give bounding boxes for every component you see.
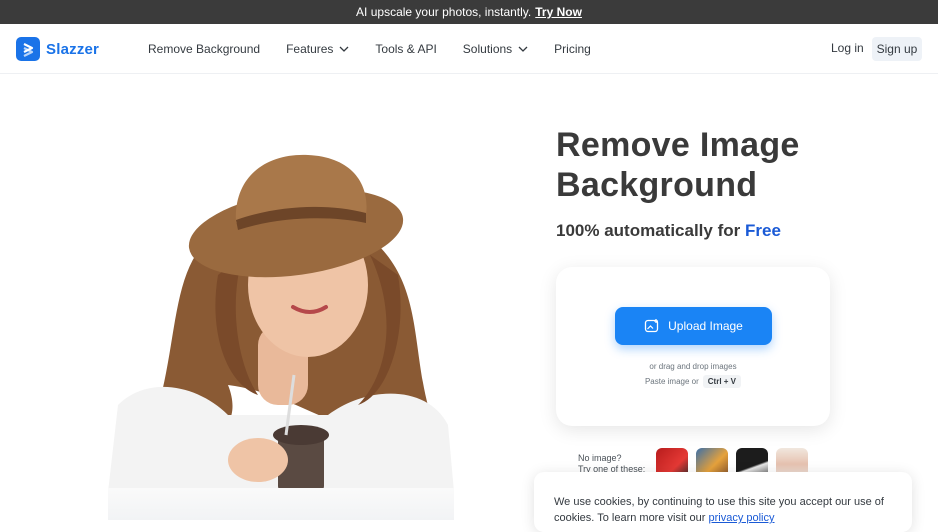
nav-label: Pricing	[554, 42, 591, 56]
try-now-link[interactable]: Try Now	[535, 5, 582, 19]
hero-title-line1: Remove Image	[556, 126, 800, 164]
hand-shape	[228, 438, 288, 482]
cookie-banner: We use cookies, by continuing to use thi…	[534, 472, 912, 532]
announcement-bar: AI upscale your photos, instantly. Try N…	[0, 0, 938, 24]
cup-lid-shape	[273, 425, 329, 445]
subtitle-free: Free	[744, 221, 781, 240]
slazzer-logo-icon	[16, 37, 40, 61]
nav-solutions[interactable]: Solutions	[463, 42, 528, 56]
paste-text: Paste image or	[644, 377, 699, 386]
upload-button-label: Upload Image	[668, 319, 743, 333]
hero-woman-image	[108, 154, 454, 492]
nav-remove-background[interactable]: Remove Background	[148, 42, 260, 56]
upload-card[interactable]: Upload Image or drag and drop images Pas…	[556, 267, 830, 426]
photo-base	[108, 488, 454, 520]
top-navigation: Slazzer Remove Background Features Tools…	[0, 24, 938, 74]
nav-tools-api[interactable]: Tools & API	[375, 42, 436, 56]
paste-hint: Paste image or Ctrl + V	[556, 375, 830, 388]
brand-logo[interactable]: Slazzer	[16, 37, 99, 61]
chevron-down-icon	[518, 46, 528, 52]
chevron-down-icon	[339, 46, 349, 52]
nav-label: Features	[286, 42, 334, 56]
nav-label: Remove Background	[148, 42, 261, 56]
nav-label: Solutions	[462, 42, 513, 56]
sample-prompt-line1: No image?	[578, 453, 622, 463]
hero-title: Remove Image Background	[556, 125, 916, 205]
upload-image-icon	[644, 319, 659, 333]
drag-drop-text: or drag and drop images	[649, 362, 737, 371]
nav-label: Tools & API	[375, 42, 437, 56]
nav-links: Remove Background Features Tools & API S…	[148, 24, 617, 74]
login-link[interactable]: Log in	[831, 41, 864, 55]
upload-image-button[interactable]: Upload Image	[615, 307, 772, 345]
signup-button[interactable]: Sign up	[872, 37, 922, 61]
nav-features[interactable]: Features	[286, 42, 349, 56]
nav-pricing[interactable]: Pricing	[554, 42, 591, 56]
privacy-policy-link[interactable]: privacy policy	[708, 512, 774, 524]
announcement-text: AI upscale your photos, instantly.	[356, 5, 532, 19]
hero-subtitle: 100% automatically for Free	[556, 221, 781, 241]
subtitle-prefix: 100% automatically for	[556, 221, 741, 240]
keyboard-shortcut: Ctrl + V	[702, 375, 742, 388]
brand-name: Slazzer	[46, 40, 100, 58]
hero-title-line2: Background	[556, 166, 758, 204]
